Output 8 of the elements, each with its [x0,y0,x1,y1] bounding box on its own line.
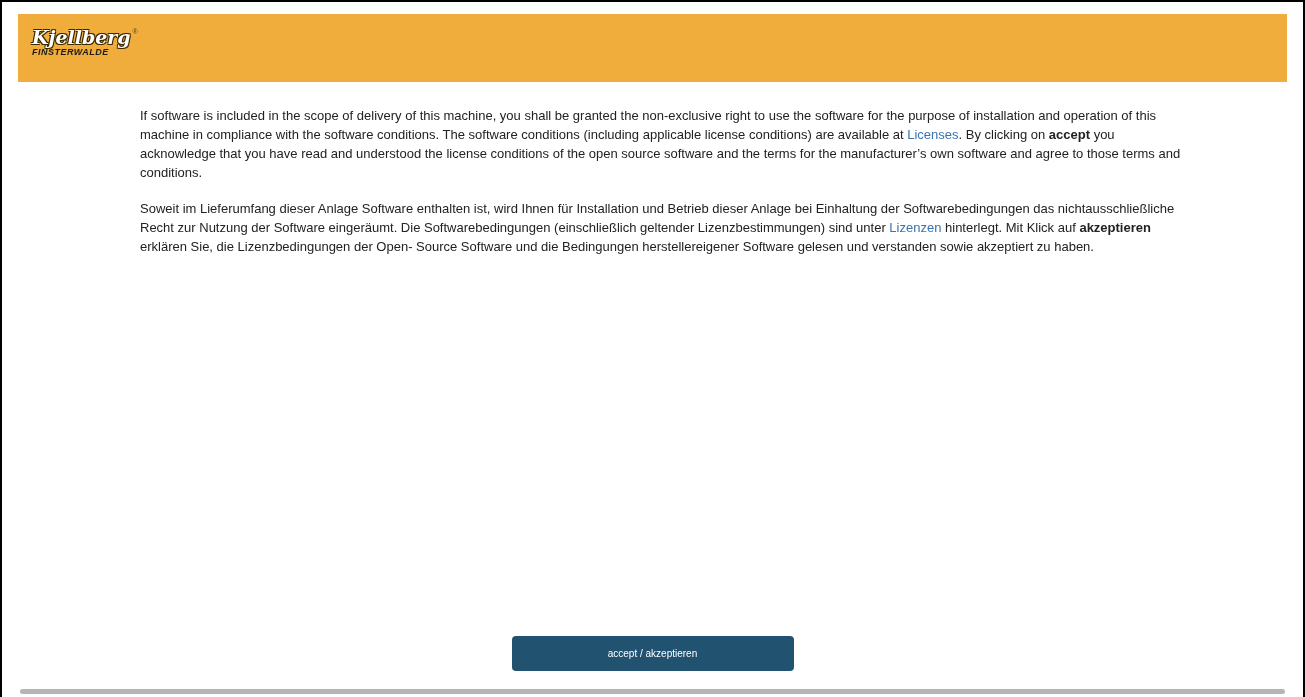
logo-name: Kjellberg [32,28,131,47]
license-link[interactable]: Lizenzen [889,220,942,235]
logo-subtitle: FINSTERWALDE [32,48,109,57]
license-paragraph: If software is included in the scope of delivery of this machine, you shall be granted the non-exclusive right to use the software for the purpose of installation and operation of this machine in compliance with the software conditions. The software conditions (including applicable license conditions) are available at Licenses. By clicking on accept you acknowledge that you have read and understood the license conditions of the open source software and the terms for the manufacturer’s own software and agree to those terms and conditions. [140,107,1182,182]
accept-button[interactable]: accept / akzeptieren [511,636,794,671]
license-link[interactable]: Licenses [907,127,959,142]
horizontal-scrollbar[interactable] [20,689,1285,694]
license-paragraph: Soweit im Lieferumfang dieser Anlage Software enthalten ist, wird Ihnen für Installation und Betrieb dieser Anlage bei Einhaltung der Softwarebedingungen das nichtausschließliche Recht zur Nutzung der Software eingeräumt. Die Softwarebedingungen (einschließlich geltender Lizenzbestimmungen) sind unter Lizenzen hinterlegt. Mit Klick auf akzeptieren erklären Sie, die Lizenzbedingungen der Open- Source Software und die Bedingungen herstellereigener Software gelesen und verstanden sowie akzeptiert zu haben. [140,200,1176,256]
